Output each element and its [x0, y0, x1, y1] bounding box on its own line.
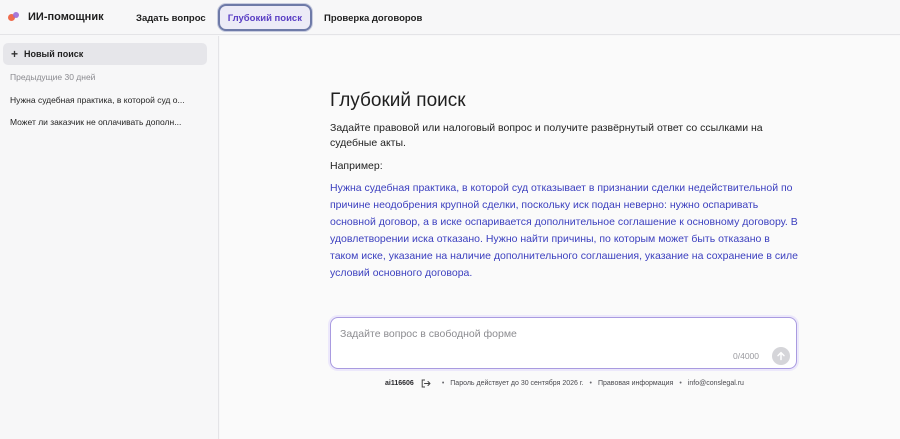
tab-ask-question[interactable]: Задать вопрос	[126, 4, 216, 31]
main-nav: Задать вопрос Глубокий поиск Проверка до…	[126, 0, 434, 35]
page-title: Глубокий поиск	[330, 90, 466, 111]
example-label: Например:	[330, 160, 383, 172]
logo-icon	[8, 12, 22, 22]
char-counter: 0/4000	[733, 351, 759, 361]
footer-separator: •	[679, 380, 682, 387]
password-note: Пароль действует до 30 сентября 2026 г.	[450, 380, 584, 387]
sidebar: + Новый поиск Предыдущие 30 дней Нужна с…	[0, 36, 219, 439]
send-button[interactable]	[772, 347, 790, 365]
arrow-up-icon	[777, 351, 785, 361]
question-input[interactable]	[340, 326, 730, 342]
main-panel: Глубокий поиск Задайте правовой или нало…	[220, 36, 900, 439]
history-item[interactable]: Нужна судебная практика, в которой суд о…	[10, 95, 210, 105]
example-query-link[interactable]: Нужна судебная практика, в которой суд о…	[330, 180, 800, 282]
tab-deep-search[interactable]: Глубокий поиск	[217, 3, 312, 31]
plus-icon: +	[11, 47, 19, 61]
brand[interactable]: ИИ-помощник	[8, 11, 126, 23]
footer-separator: •	[441, 380, 445, 387]
footer-separator: •	[589, 380, 592, 387]
footer: ai116606 • Пароль действует до 30 сентяб…	[385, 379, 805, 388]
logout-icon[interactable]	[421, 379, 431, 388]
history-section-label: Предыдущие 30 дней	[10, 72, 96, 82]
legal-info-link[interactable]: Правовая информация	[598, 380, 673, 387]
email-link[interactable]: info@conslegal.ru	[688, 380, 744, 387]
intro-text: Задайте правовой или налоговый вопрос и …	[330, 122, 763, 149]
user-login: ai116606	[385, 380, 414, 387]
top-bar: ИИ-помощник Задать вопрос Глубокий поиск…	[0, 0, 900, 35]
tab-contract-check[interactable]: Проверка договоров	[314, 4, 432, 31]
new-search-button[interactable]: + Новый поиск	[3, 43, 207, 65]
question-composer: 0/4000	[330, 317, 797, 369]
intro-content: Глубокий поиск Задайте правовой или нало…	[330, 90, 800, 282]
history-item[interactable]: Может ли заказчик не оплачивать дополн..…	[10, 117, 210, 127]
brand-name: ИИ-помощник	[28, 11, 104, 23]
new-search-label: Новый поиск	[24, 49, 84, 59]
